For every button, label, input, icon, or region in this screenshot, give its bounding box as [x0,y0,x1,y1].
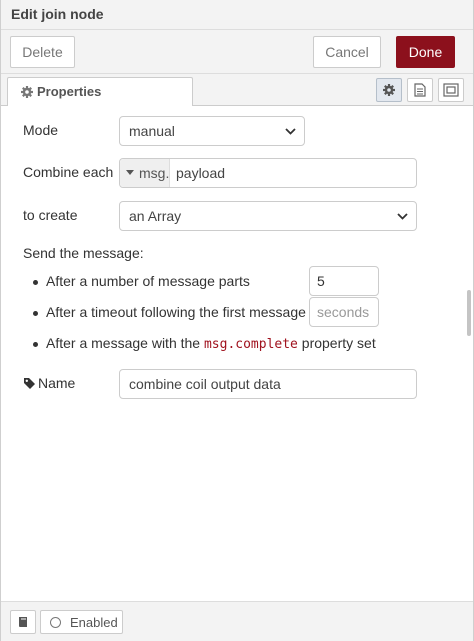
complete-code: msg.complete [203,337,298,352]
properties-tab-button[interactable] [376,78,402,102]
cancel-button[interactable]: Cancel [313,36,381,68]
type-selector[interactable]: msg. [120,159,170,187]
description-icon [414,83,426,97]
scrollbar[interactable] [467,290,471,336]
tab-bar: Properties [1,74,473,107]
send-message-label: Send the message: [23,245,144,261]
edit-tray: Edit join node Delete Cancel Done Proper… [0,0,474,641]
complete-text-before: After a message with the [46,335,201,351]
appearance-tab-button[interactable] [438,78,464,102]
enabled-label: Enabled [70,615,118,630]
properties-panel: Mode manual Combine each msg. payload to… [1,106,473,601]
timeout-label: After a timeout following the first mess… [46,304,306,320]
combine-typed-input[interactable]: msg. payload [119,158,417,188]
name-label: Name [38,375,76,391]
book-icon [19,617,27,627]
name-value: combine coil output data [129,376,281,392]
type-prefix: msg. [139,165,170,181]
done-button[interactable]: Done [396,36,455,68]
tray-header: Edit join node [1,0,473,30]
tray-title: Edit join node [11,6,104,22]
chevron-down-icon [397,213,408,220]
create-value: an Array [129,208,182,224]
tray-toolbar: Delete Cancel Done [1,30,473,74]
tab-properties[interactable]: Properties [7,77,193,107]
chevron-down-icon [285,128,296,135]
node-help-button[interactable] [10,610,36,634]
cog-icon [383,84,395,96]
mode-label: Mode [23,122,59,138]
caret-down-icon [126,170,134,175]
delete-button[interactable]: Delete [10,36,75,68]
bullet [33,342,38,347]
mode-select[interactable]: manual [119,116,305,146]
timeout-input[interactable]: seconds [309,297,379,327]
tray-footer: Enabled [1,601,473,641]
parts-label: After a number of message parts [46,273,250,289]
tag-icon [24,378,35,389]
complete-label: After a message with the msg.complete pr… [46,335,376,352]
create-select[interactable]: an Array [119,201,417,231]
bullet [33,311,38,316]
bullet [33,280,38,285]
create-label: to create [23,207,78,223]
tab-properties-label: Properties [37,84,102,99]
description-tab-button[interactable] [407,78,433,102]
combine-label: Combine each [23,164,114,180]
mode-value: manual [129,123,175,139]
parts-count-input[interactable]: 5 [309,266,379,296]
appearance-icon [443,83,459,97]
parts-count-value: 5 [317,273,325,289]
combine-value: payload [176,165,226,181]
cog-icon [21,86,33,98]
name-input[interactable]: combine coil output data [119,369,417,399]
complete-text-after: property set [301,335,376,351]
radio-icon [50,617,61,628]
enabled-toggle[interactable]: Enabled [40,610,123,634]
timeout-placeholder: seconds [317,304,370,320]
